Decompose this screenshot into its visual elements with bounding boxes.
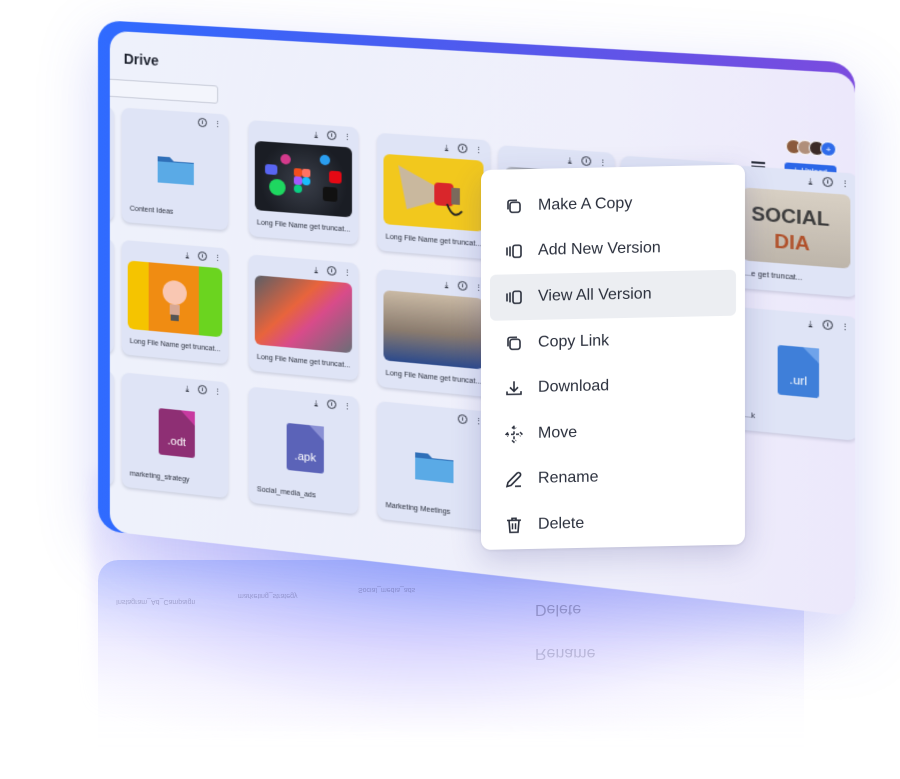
folder-icon: [415, 452, 454, 484]
menu-item-move[interactable]: Move: [490, 407, 736, 458]
download-icon[interactable]: ⤓: [183, 383, 192, 393]
file-name: Long File Name get truncat...: [256, 353, 351, 370]
versions-icon: [506, 290, 522, 305]
download-icon[interactable]: ⤓: [183, 250, 192, 260]
file-card[interactable]: ⤓ i ⋮ .apk Social_media_ads: [248, 386, 359, 515]
info-icon[interactable]: i: [197, 251, 207, 262]
more-icon[interactable]: ⋮: [598, 157, 608, 167]
info-icon[interactable]: i: [327, 265, 337, 276]
more-icon[interactable]: ⋮: [343, 401, 352, 411]
info-icon[interactable]: i: [197, 117, 207, 128]
info-icon[interactable]: i: [327, 130, 337, 141]
file-name: Social_media_ads: [256, 486, 316, 500]
download-icon[interactable]: ⤓: [805, 318, 815, 329]
move-icon: [504, 425, 524, 444]
menu-item-label: Make A Copy: [538, 194, 633, 214]
menu-item-make-a-copy[interactable]: Make A Copy: [490, 179, 736, 230]
file-card[interactable]: [109, 100, 114, 222]
menu-item-label: Rename: [538, 468, 599, 488]
more-icon[interactable]: ⋮: [343, 267, 352, 277]
download-icon[interactable]: ⤓: [442, 279, 452, 289]
download-icon[interactable]: ⤓: [442, 142, 452, 152]
info-icon[interactable]: i: [457, 413, 468, 425]
add-user-icon[interactable]: +: [820, 140, 837, 158]
more-icon[interactable]: ⋮: [213, 119, 222, 129]
info-icon[interactable]: i: [457, 143, 468, 154]
svg-text:SOCIAL: SOCIAL: [751, 203, 829, 230]
member-avatars[interactable]: +: [785, 138, 837, 158]
file-name: Long File Name get truncat...: [385, 233, 482, 249]
pencil-icon: [505, 472, 522, 488]
file-card[interactable]: ⤓ i ⋮ Long File Name get truncat...: [377, 268, 490, 398]
download-icon[interactable]: ⤓: [311, 129, 320, 139]
download-icon[interactable]: ⤓: [311, 397, 320, 408]
copy-icon: [507, 199, 521, 213]
copy-link-icon: [507, 336, 521, 350]
download-icon[interactable]: ⤓: [805, 175, 815, 186]
menu-item-label: Move: [538, 423, 578, 442]
thumbnail-social-media-letters: SOCIAL DIA: [742, 187, 851, 269]
file-name: Content Ideas: [129, 205, 174, 216]
version-add-icon: [506, 244, 522, 259]
download-icon[interactable]: ⤓: [311, 264, 320, 275]
more-icon[interactable]: ⋮: [213, 386, 222, 396]
info-icon[interactable]: i: [581, 155, 592, 167]
menu-item-label: Delete: [538, 514, 585, 533]
info-icon[interactable]: i: [197, 384, 207, 395]
menu-item-label: Download: [538, 377, 610, 396]
file-card[interactable]: [109, 361, 114, 486]
file-card[interactable]: ⤓ i ⋮ Long File Name get truncat...: [248, 254, 359, 381]
more-icon[interactable]: ⋮: [343, 131, 352, 142]
file-name: Long File Name get truncat...: [256, 219, 351, 234]
thumbnail-megaphone: [383, 153, 484, 232]
folder-icon: [157, 156, 194, 186]
file-name: ...k: [744, 411, 756, 421]
svg-text:DIA: DIA: [774, 230, 810, 254]
thumbnail-light-bulbs: [127, 260, 223, 338]
file-name: Long File Name get truncat...: [129, 337, 221, 354]
file-name: marketing_strategy: [129, 470, 190, 484]
file-name: Marketing Meetings: [385, 501, 451, 517]
file-card[interactable]: ⤓ i ⋮ .odt marketing_strategy: [121, 372, 229, 499]
menu-item-label: Add New Version: [538, 239, 661, 260]
file-card[interactable]: ⤓ i ⋮ SOCIAL DIA ...e get truncat...: [735, 165, 856, 298]
download-icon: [506, 381, 522, 396]
apk-file-icon: .apk: [286, 422, 324, 474]
more-icon[interactable]: ⋮: [840, 178, 850, 188]
menu-item-rename[interactable]: Rename: [490, 452, 736, 503]
context-menu: Make A Copy Add New Version View All Ver…: [481, 164, 745, 551]
menu-item-delete[interactable]: Delete: [490, 498, 736, 549]
menu-item-copy-link[interactable]: Copy Link: [490, 315, 736, 366]
file-card[interactable]: i ⋮ Content Ideas: [121, 107, 229, 231]
file-card[interactable]: ⤓ i ⋮ .url ...k: [735, 306, 856, 441]
info-icon[interactable]: i: [822, 176, 833, 188]
more-icon[interactable]: ⋮: [840, 321, 850, 332]
file-card[interactable]: ⤓ i ⋮ Long File Name get truncat...: [121, 239, 229, 365]
info-icon[interactable]: i: [327, 399, 337, 410]
file-card[interactable]: [109, 230, 114, 354]
menu-item-view-all-version[interactable]: View All Version: [490, 269, 736, 321]
file-card[interactable]: ⤓ i ⋮ Long File Name get truncat...: [377, 132, 490, 260]
more-icon[interactable]: ⋮: [474, 144, 484, 155]
thumbnail-phone-apps: [254, 275, 353, 354]
url-file-icon: .url: [777, 344, 820, 399]
odt-file-icon: .odt: [158, 408, 195, 459]
menu-item-label: View All Version: [538, 285, 652, 305]
thumbnail-office: [383, 290, 484, 370]
more-icon[interactable]: ⋮: [213, 252, 222, 262]
menu-item-label: Copy Link: [538, 331, 610, 351]
file-name: Long File Name get truncat...: [385, 369, 482, 387]
trash-icon: [507, 517, 521, 534]
thumbnail-social-apps: [254, 140, 353, 218]
menu-item-download[interactable]: Download: [490, 361, 736, 412]
info-icon[interactable]: i: [822, 319, 833, 331]
file-card[interactable]: i ⋮ Marketing Meetings: [377, 400, 490, 531]
search-input[interactable]: [109, 78, 219, 104]
file-card[interactable]: ⤓ i ⋮: [248, 120, 359, 245]
app-title: Drive: [123, 50, 159, 69]
file-name: ...e get truncat...: [744, 270, 803, 283]
menu-item-add-new-version[interactable]: Add New Version: [490, 224, 736, 275]
info-icon[interactable]: i: [457, 280, 468, 291]
download-icon[interactable]: ⤓: [565, 155, 575, 165]
